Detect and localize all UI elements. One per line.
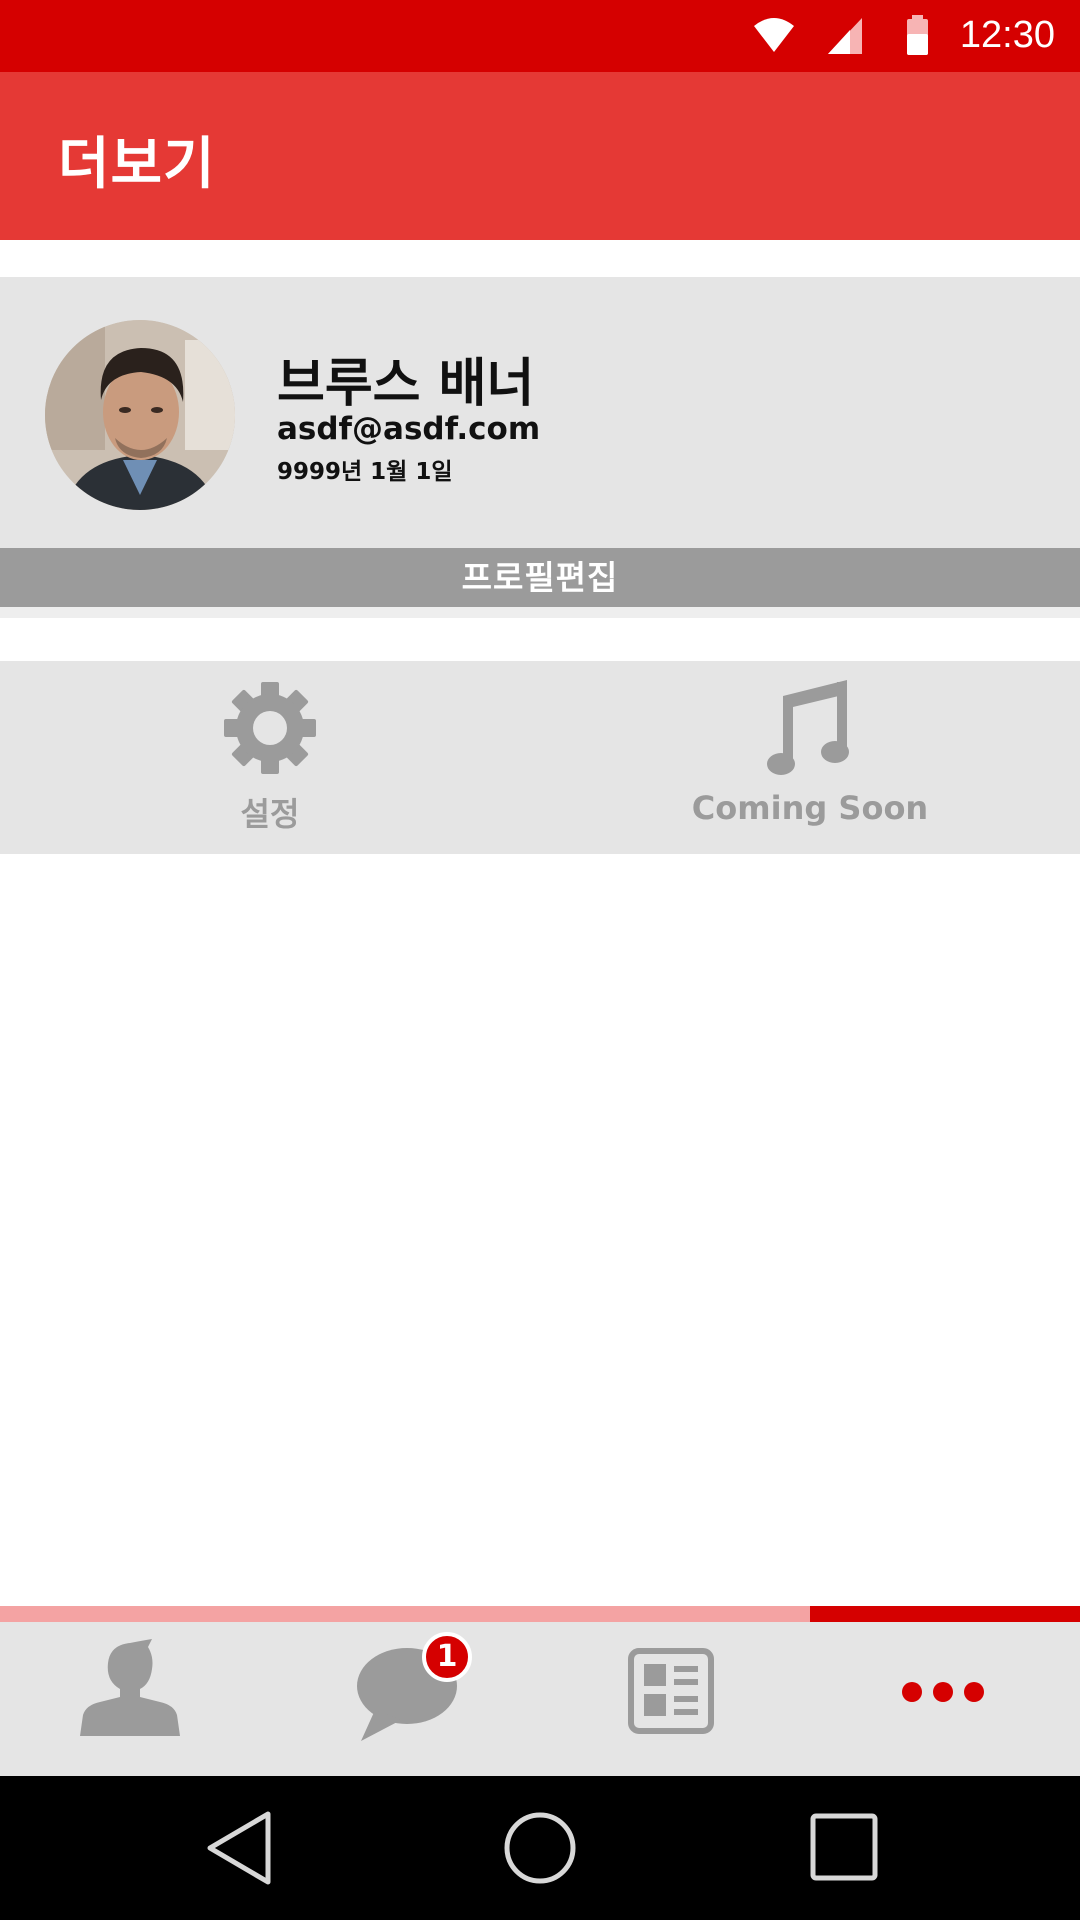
- back-icon[interactable]: [200, 1776, 280, 1920]
- news-list-icon: [628, 1648, 714, 1734]
- more-dots-icon: [902, 1682, 984, 1702]
- profile-email: asdf@asdf.com: [277, 411, 541, 447]
- edit-profile-button[interactable]: 프로필편집: [0, 548, 1080, 607]
- tab-more[interactable]: [810, 1622, 1080, 1776]
- status-time: 12:30: [959, 14, 1055, 56]
- gear-icon: [224, 682, 316, 774]
- avatar[interactable]: [45, 320, 235, 510]
- avatar-photo: [45, 320, 235, 510]
- status-bar: 12:30: [0, 0, 1080, 72]
- menu-item-coming-soon[interactable]: Coming Soon: [540, 661, 1080, 854]
- battery-icon: [907, 15, 928, 55]
- tab-indicator-active: [810, 1606, 1080, 1622]
- cell-signal-icon: [828, 18, 862, 54]
- tab-chat[interactable]: 1: [270, 1622, 540, 1776]
- tab-news[interactable]: [540, 1622, 810, 1776]
- system-nav-bar: [0, 1776, 1080, 1920]
- home-icon[interactable]: [500, 1776, 580, 1920]
- unread-badge: 1: [422, 1632, 472, 1682]
- recents-icon[interactable]: [805, 1776, 885, 1920]
- music-note-icon: [767, 680, 849, 775]
- menu-grid: 설정 Coming Soon: [0, 661, 1080, 854]
- menu-item-label: 설정: [240, 795, 300, 833]
- wifi-icon: [754, 18, 794, 52]
- app-bar: 더보기: [0, 72, 1080, 240]
- profile-birthdate: 9999년 1월 1일: [277, 459, 453, 485]
- divider: [0, 607, 1080, 618]
- menu-item-label: Coming Soon: [691, 789, 929, 827]
- profile-name: 브루스 배너: [277, 354, 535, 414]
- tab-friends[interactable]: [0, 1622, 270, 1776]
- person-icon: [80, 1639, 180, 1736]
- page-title: 더보기: [58, 132, 216, 197]
- menu-item-settings[interactable]: 설정: [0, 661, 540, 854]
- profile-card: 브루스 배너 asdf@asdf.com 9999년 1월 1일: [0, 277, 1080, 548]
- bottom-tab-bar: 1: [0, 1622, 1080, 1776]
